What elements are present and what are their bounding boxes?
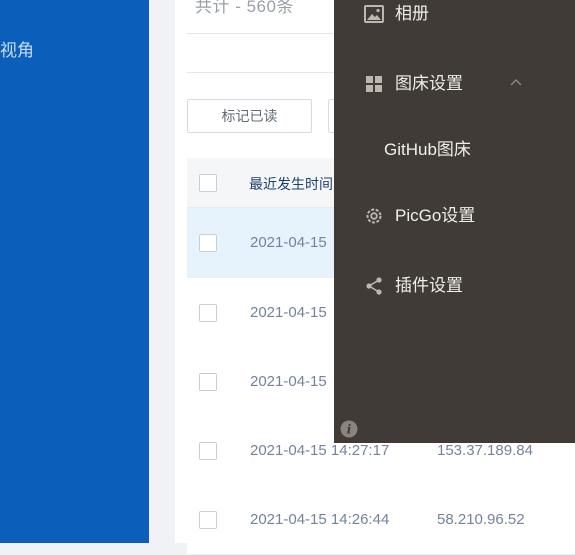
share-icon xyxy=(364,276,384,296)
menu-item-label: 插件设置 xyxy=(395,276,463,295)
submenu-item-label: GitHub图床 xyxy=(384,140,471,159)
cell-ip: 153.37.189.84 xyxy=(437,442,533,459)
select-all-checkbox[interactable] xyxy=(199,174,217,192)
image-icon xyxy=(364,4,384,24)
menu-item-plugin-settings[interactable]: 插件设置 xyxy=(334,266,575,306)
menu-item-image-host-settings[interactable]: 图床设置 xyxy=(334,64,575,104)
cell-time: 2021-04-15 xyxy=(250,304,327,321)
total-count: 共计 - 560条 xyxy=(195,0,294,16)
row-checkbox[interactable] xyxy=(199,234,217,252)
info-icon[interactable]: i xyxy=(340,420,358,438)
cell-time: 2021-04-15 xyxy=(250,234,327,251)
gear-icon xyxy=(364,206,384,226)
menu-item-picgo-settings[interactable]: PicGo设置 xyxy=(334,196,575,236)
grid-icon xyxy=(364,74,384,94)
cell-ip: 58.210.96.52 xyxy=(437,511,525,528)
menu-item-label: 图床设置 xyxy=(395,74,463,93)
sidebar-partial-label[interactable]: 视角 xyxy=(0,36,34,61)
row-checkbox[interactable] xyxy=(199,304,217,322)
mark-read-button[interactable]: 标记已读 xyxy=(187,99,312,133)
chevron-up-icon xyxy=(509,76,523,90)
table-row[interactable]: 2021-04-15 14:26:44 58.210.96.52 xyxy=(187,485,575,555)
column-header-time[interactable]: 最近发生时间 xyxy=(249,174,333,194)
row-checkbox[interactable] xyxy=(199,511,217,529)
menu-item-label: 相册 xyxy=(395,4,429,23)
svg-text:i: i xyxy=(347,423,352,437)
row-checkbox[interactable] xyxy=(199,442,217,460)
cell-time: 2021-04-15 xyxy=(250,373,327,390)
side-menu-overlay: 相册 图床设置 GitHub图床 PicGo设置 插件设置 i xyxy=(334,0,575,443)
left-sidebar: 视角 xyxy=(0,0,149,543)
gutter xyxy=(149,0,175,543)
row-checkbox[interactable] xyxy=(199,373,217,391)
menu-item-album[interactable]: 相册 xyxy=(334,0,575,34)
submenu-item-github[interactable]: GitHub图床 xyxy=(334,130,575,170)
menu-item-label: PicGo设置 xyxy=(395,206,476,225)
cell-time: 2021-04-15 14:27:17 xyxy=(250,442,390,459)
cell-time: 2021-04-15 14:26:44 xyxy=(250,511,390,528)
